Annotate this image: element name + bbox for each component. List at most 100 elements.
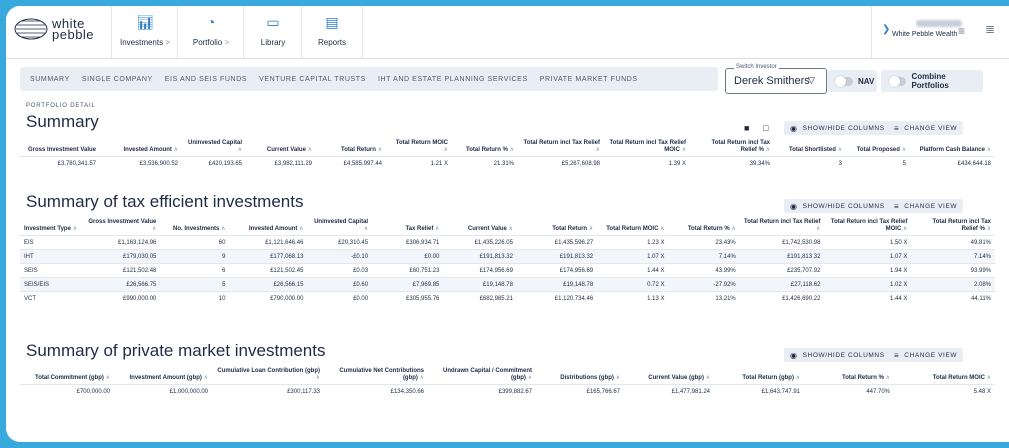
sort-chevron-icon[interactable]: ∧ [704,375,710,381]
column-header[interactable]: Total Return MOIC ∧ [386,138,452,157]
sort-chevron-icon[interactable]: ∧ [526,375,532,381]
show-hide-columns-button[interactable]: ◉ SHOW/HIDE COLUMNS [784,199,891,213]
sort-chevron-icon[interactable]: ∧ [418,375,424,381]
table-row[interactable]: VCT £990,000.00 10 £790,000.00 £0.00 £305,955… [20,291,995,305]
toggle-switch[interactable] [835,75,853,87]
column-header[interactable]: Invested Amount ∧ [229,217,308,236]
sort-chevron-icon[interactable]: ∧ [444,147,448,153]
nav-item-library[interactable]: ▭ Library [243,6,302,58]
column-header[interactable]: Platform Cash Balance ∧ [910,138,995,157]
column-header[interactable]: Total Return MOIC ∧ [894,366,995,385]
column-header[interactable]: Distributions (gbp) ∧ [536,366,624,385]
tab-venture-capital-trusts[interactable]: VENTURE CAPITAL TRUSTS [259,76,366,83]
sort-chevron-icon[interactable]: ∧ [836,147,842,153]
user-account-box[interactable]: ❯ White Pebble Wealth ≡ ≣ [871,6,1009,58]
sort-chevron-icon[interactable]: ∧ [364,226,368,232]
table-row[interactable]: £700,000.00 £1,000,000.00 £300,117.33 £134,… [20,384,995,398]
column-header[interactable]: Total Return incl Tax Relief ∧ [739,217,825,236]
column-header[interactable]: Invested Amount ∧ [100,138,182,157]
nav-item-investments[interactable]: 📊︎ Investments > [111,6,178,58]
column-header[interactable]: Uninvested Capital ∧ [307,217,373,236]
column-header[interactable]: Cumulative Loan Contribution (gbp) ∧ [212,366,324,385]
combine-portfolios-toggle[interactable]: Combine Portfolios [881,70,983,92]
sort-chevron-icon[interactable]: ∧ [433,226,439,232]
sort-chevron-icon[interactable]: ∧ [238,147,242,153]
tab-single-company[interactable]: SINGLE COMPANY [82,76,153,83]
white-pebble-logo[interactable]: white pebble [14,17,94,41]
column-header[interactable]: Total Return % ∧ [668,217,740,236]
column-header[interactable]: Total Return incl Tax Relief ∧ [518,138,604,157]
switch-investor-select[interactable]: Switch Investor Derek Smithers ▽ [725,64,827,94]
table-row[interactable]: SEIS £121,502.48 6 £121,502.45 £0.03 £60,751.… [20,263,995,278]
column-header[interactable]: Total Shortlisted ∧ [774,138,846,157]
sort-chevron-icon[interactable]: ∧ [658,226,664,232]
sort-chevron-icon[interactable]: ∧ [507,226,513,232]
sort-chevron-icon[interactable]: ∧ [900,147,906,153]
column-header[interactable]: Gross Investment Value ∧ [82,217,161,236]
sort-chevron-icon[interactable]: ∧ [596,147,600,153]
sort-chevron-icon[interactable]: ∧ [901,226,907,232]
sort-chevron-icon[interactable]: ∧ [71,226,77,232]
sort-chevron-icon[interactable]: ∧ [680,147,686,153]
column-header[interactable]: Total Return incl Tax Relief % ∧ [690,138,774,157]
sort-chevron-icon[interactable]: ∧ [587,226,593,232]
change-view-button[interactable]: ≡ CHANGE VIEW [888,199,964,213]
sort-chevron-icon[interactable]: ∧ [816,226,820,232]
sort-chevron-icon[interactable]: ∧ [104,375,110,381]
column-header[interactable]: Undrawn Capital / Commitment (gbp) ∧ [428,366,536,385]
table-row[interactable]: IHT £179,030.05 9 £177,068.13 -£0.10 £0.00 £19… [20,249,995,264]
column-header[interactable]: Total Return % ∧ [804,366,894,385]
document-icon[interactable]: ≣ [985,22,995,36]
column-header[interactable]: Total Commitment (gbp) ∧ [20,366,114,385]
pdf-download-icon[interactable]: ■ [744,123,749,133]
column-header[interactable]: Uninvested Capital ∧ [182,138,246,157]
sort-chevron-icon[interactable]: ∧ [730,226,735,232]
column-header[interactable]: Total Return ∧ [316,138,386,157]
nav-item-portfolio[interactable]: ◔ Portfolio > [177,6,244,58]
tab-iht-estate-planning[interactable]: IHT AND ESTATE PLANNING SERVICES [378,76,528,83]
show-hide-columns-button[interactable]: ◉ SHOW/HIDE COLUMNS [784,348,891,362]
sort-chevron-icon[interactable]: ∧ [297,226,303,232]
table-row[interactable]: £3,780,341.57 £3,536,900.52 £420,193.65 £3,… [20,156,995,170]
column-header[interactable]: Total Return % ∧ [452,138,518,157]
sort-chevron-icon[interactable]: ∧ [152,226,156,232]
column-header[interactable]: Total Return ∧ [516,217,598,236]
sort-chevron-icon[interactable]: ∧ [614,375,620,381]
column-header[interactable]: Current Value ∧ [443,217,517,236]
column-header[interactable]: No. Investments ∧ [160,217,230,236]
column-header[interactable]: Total Return incl Tax Relief MOIC ∧ [604,138,690,157]
table-row[interactable]: EIS £1,163,124.96 60 £1,121,646.46 £20,310.4… [20,235,995,250]
column-header[interactable]: Total Return incl Tax Relief MOIC ∧ [824,217,912,236]
column-header[interactable]: Current Value ∧ [246,138,316,157]
sort-chevron-icon[interactable]: ∧ [985,375,991,381]
column-header[interactable]: Investment Type ∧ [20,217,83,236]
change-view-button[interactable]: ≡ CHANGE VIEW [888,348,964,362]
column-header[interactable]: Total Return (gbp) ∧ [714,366,804,385]
column-header[interactable]: Total Return MOIC ∧ [597,217,669,236]
csv-download-icon[interactable]: □ [763,123,768,133]
column-header[interactable]: Total Return incl Tax Relief % ∧ [911,217,995,236]
toggle-switch[interactable] [889,75,907,87]
column-header[interactable]: Investment Amount (gbp) ∧ [114,366,212,385]
sort-chevron-icon[interactable]: ∧ [306,147,312,153]
show-hide-columns-button[interactable]: ◉ SHOW/HIDE COLUMNS [784,121,891,135]
sort-chevron-icon[interactable]: ∧ [884,375,890,381]
sort-chevron-icon[interactable]: ∧ [219,226,225,232]
table-row[interactable]: SEIS/EIS £26,566.75 5 £26,566.15 £0.60 £7,969… [20,277,995,292]
sort-chevron-icon[interactable]: ∧ [985,147,991,153]
sort-chevron-icon[interactable]: ∧ [202,375,208,381]
change-view-button[interactable]: ≡ CHANGE VIEW [888,121,964,135]
sort-chevron-icon[interactable]: ∧ [316,375,320,381]
column-header[interactable]: Gross Investment Value [20,138,100,157]
nav-item-reports[interactable]: ▤ Reports [301,6,363,58]
column-header[interactable]: Current Value (gbp) ∧ [624,366,714,385]
sort-chevron-icon[interactable]: ∧ [985,226,991,232]
nav-toggle[interactable]: NAV [827,70,877,92]
column-header[interactable]: Tax Relief ∧ [372,217,444,236]
sort-chevron-icon[interactable]: ∧ [172,147,178,153]
tab-eis-seis-funds[interactable]: EIS AND SEIS FUNDS [165,76,247,83]
sort-chevron-icon[interactable]: ∧ [764,147,770,153]
sort-chevron-icon[interactable]: ∧ [794,375,800,381]
sort-chevron-icon[interactable]: ∧ [376,147,382,153]
sort-chevron-icon[interactable]: ∧ [508,147,514,153]
